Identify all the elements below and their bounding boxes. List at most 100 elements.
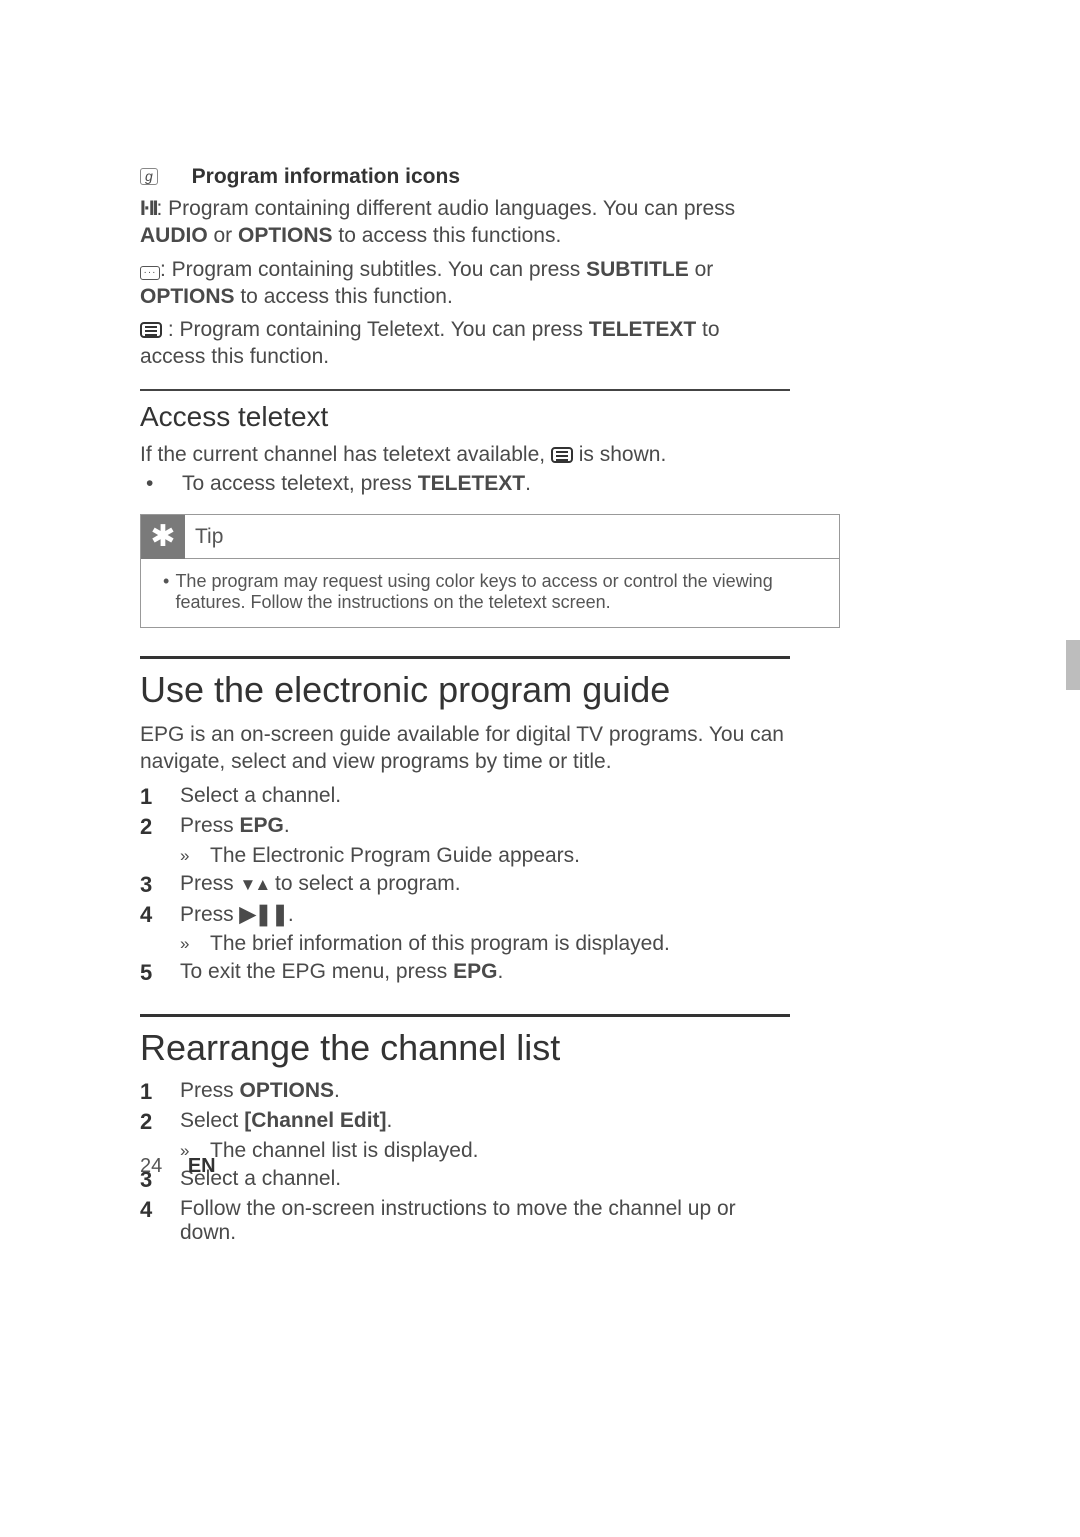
language-code: EN (188, 1155, 216, 1177)
rearrange-step-2: 2 Select [Channel Edit]. (140, 1109, 790, 1135)
audio-info-line: I·II: Program containing different audio… (140, 195, 790, 250)
tip-star-icon: ✱ (141, 515, 185, 559)
access-teletext-heading: Access teletext (140, 401, 790, 433)
page-number: 24 (140, 1155, 162, 1177)
section-marker-g: g (140, 168, 158, 185)
subtitle-text-1: : Program containing subtitles. You can … (160, 258, 586, 281)
rearrange-steps: 1 Press OPTIONS. 2 Select [Channel Edit]… (140, 1079, 790, 1245)
step-number: 2 (140, 1109, 180, 1135)
epg-intro: EPG is an on-screen guide available for … (140, 721, 790, 776)
side-tab-marker (1066, 640, 1080, 690)
rearrange-step-2-sub: » The channel list is displayed. (180, 1139, 790, 1163)
step-text: Press EPG. (180, 814, 790, 840)
epg-steps: 1 Select a channel. 2 Press EPG. » The E… (140, 784, 790, 986)
r2b: [Channel Edit] (244, 1109, 386, 1132)
rearrange-step-1: 1 Press OPTIONS. (140, 1079, 790, 1105)
s4a: Press (180, 903, 240, 926)
sub-text: The brief information of this program is… (210, 932, 670, 956)
audio-or: or (208, 224, 238, 247)
subtitle-icon: ··· (140, 266, 160, 280)
teletext-icon (551, 447, 573, 463)
rearrange-step-4: 4 Follow the on-screen instructions to m… (140, 1197, 790, 1245)
step-text: Select a channel. (180, 784, 790, 810)
rearrange-heading: Rearrange the channel list (140, 1027, 790, 1069)
tip-text: The program may request using color keys… (175, 571, 821, 613)
step-text: Select a channel. (180, 1167, 790, 1193)
sub-text: The Electronic Program Guide appears. (210, 844, 580, 868)
subtitle-text-2: to access this function. (235, 285, 453, 308)
epg-heading: Use the electronic program guide (140, 669, 790, 711)
result-arrow-icon: » (180, 844, 210, 868)
tip-header: ✱ Tip (141, 515, 839, 559)
epg-step-1: 1 Select a channel. (140, 784, 790, 810)
play-pause-icon: ▶❚❚ (240, 903, 288, 926)
at-line1-b: is shown. (573, 443, 666, 466)
rearrange-step-3: 3 Select a channel. (140, 1167, 790, 1193)
access-teletext-bullet: • To access teletext, press TELETEXT. (146, 472, 790, 496)
epg-step-4: 4 Press ▶❚❚. (140, 902, 790, 928)
step-number: 4 (140, 902, 180, 928)
at-line1-a: If the current channel has teletext avai… (140, 443, 551, 466)
result-arrow-icon: » (180, 932, 210, 956)
audio-text-2: to access this functions. (333, 224, 562, 247)
audio-text-1: : Program containing different audio lan… (157, 197, 736, 220)
step-text: Press OPTIONS. (180, 1079, 790, 1105)
tip-label: Tip (195, 525, 223, 549)
r2c: . (387, 1109, 393, 1132)
page-content: g Program information icons I·II: Progra… (140, 165, 790, 1249)
epg-step-4-sub: » The brief information of this program … (180, 932, 790, 956)
tip-box: ✱ Tip • The program may request using co… (140, 514, 840, 628)
epg-step-2-sub: » The Electronic Program Guide appears. (180, 844, 790, 868)
r2a: Select (180, 1109, 244, 1132)
section-g-heading: g Program information icons (140, 165, 790, 189)
teletext-icon (140, 322, 162, 338)
epg-step-5: 5 To exit the EPG menu, press EPG. (140, 960, 790, 986)
s4b: . (288, 903, 294, 926)
teletext-btn-1: TELETEXT (589, 318, 696, 341)
step-text: Press ▼▲ to select a program. (180, 872, 790, 898)
r1a: Press (180, 1079, 240, 1102)
teletext-text-1: : Program containing Teletext. You can p… (162, 318, 589, 341)
divider (140, 389, 790, 391)
step-text: Press ▶❚❚. (180, 902, 790, 928)
teletext-info-line: : Program containing Teletext. You can p… (140, 316, 790, 371)
s5b: EPG (453, 960, 497, 983)
step-text: To exit the EPG menu, press EPG. (180, 960, 790, 986)
step-text: Select [Channel Edit]. (180, 1109, 790, 1135)
audio-btn-2: OPTIONS (238, 224, 333, 247)
section-g-title: Program information icons (192, 165, 460, 188)
step-number: 1 (140, 784, 180, 810)
step-number: 4 (140, 1197, 180, 1245)
s3b: to select a program. (269, 872, 460, 895)
r1b: OPTIONS (240, 1079, 335, 1102)
sub-text: The channel list is displayed. (210, 1139, 478, 1163)
at-bullet-b: TELETEXT (418, 472, 525, 495)
step-text: Follow the on-screen instructions to mov… (180, 1197, 790, 1245)
tip-body: • The program may request using color ke… (141, 559, 839, 627)
audio-btn-1: AUDIO (140, 224, 208, 247)
divider (140, 656, 790, 659)
subtitle-info-line: ···: Program containing subtitles. You c… (140, 256, 790, 311)
s2b: EPG (240, 814, 284, 837)
down-up-arrow-icon: ▼▲ (240, 875, 270, 894)
step-number: 5 (140, 960, 180, 986)
epg-step-3: 3 Press ▼▲ to select a program. (140, 872, 790, 898)
s3a: Press (180, 872, 240, 895)
s5a: To exit the EPG menu, press (180, 960, 453, 983)
s2a: Press (180, 814, 240, 837)
step-number: 2 (140, 814, 180, 840)
divider (140, 1014, 790, 1017)
at-bullet-text: To access teletext, press TELETEXT. (182, 472, 531, 496)
subtitle-btn-2: OPTIONS (140, 285, 235, 308)
r1c: . (334, 1079, 340, 1102)
at-bullet-a: To access teletext, press (182, 472, 418, 495)
epg-step-2: 2 Press EPG. (140, 814, 790, 840)
step-number: 1 (140, 1079, 180, 1105)
step-number: 3 (140, 872, 180, 898)
s2c: . (284, 814, 290, 837)
access-teletext-line1: If the current channel has teletext avai… (140, 441, 790, 468)
subtitle-btn-1: SUBTITLE (586, 258, 689, 281)
s5c: . (497, 960, 503, 983)
tip-bullet-dot: • (163, 571, 175, 613)
subtitle-or: or (689, 258, 714, 281)
